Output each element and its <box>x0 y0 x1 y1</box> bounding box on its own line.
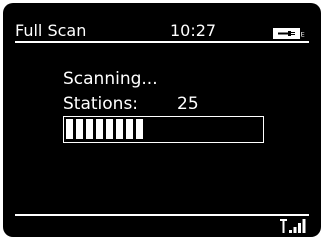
progress-segment <box>126 119 133 139</box>
header-divider <box>15 41 309 43</box>
radio-display: Full Scan 10:27 E Scanning... Stations: … <box>3 3 321 237</box>
progress-segment <box>106 119 113 139</box>
progress-segment <box>136 119 143 139</box>
progress-segment <box>86 119 93 139</box>
status-bar: Full Scan 10:27 E <box>3 3 321 43</box>
progress-fill <box>66 119 143 139</box>
progress-segment <box>66 119 73 139</box>
battery-mark: E <box>301 31 305 39</box>
scan-progress-bar <box>63 116 264 143</box>
stations-count: 25 <box>177 94 199 114</box>
stations-row: Stations: 25 <box>63 94 263 114</box>
progress-segment <box>116 119 123 139</box>
stations-label: Stations: <box>63 94 139 114</box>
progress-segment <box>76 119 83 139</box>
scan-status: Scanning... <box>63 69 158 89</box>
battery-plug-icon: E <box>273 28 305 39</box>
screen-title: Full Scan <box>15 21 87 40</box>
signal-strength-icon <box>280 219 306 233</box>
clock: 10:27 <box>170 21 217 40</box>
progress-segment <box>96 119 103 139</box>
footer-divider <box>15 214 309 216</box>
